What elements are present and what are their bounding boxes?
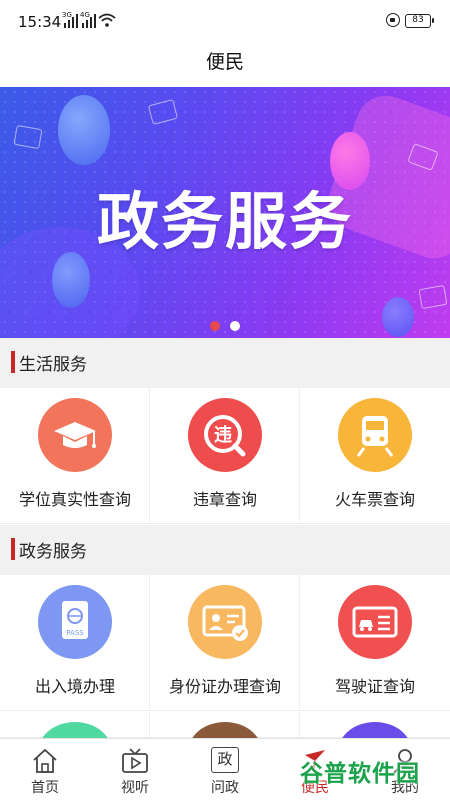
tv-icon: [122, 748, 148, 773]
nav-home[interactable]: 首页: [0, 739, 90, 800]
service-icon: [38, 722, 112, 738]
battery-icon: 83: [405, 14, 434, 28]
service-item-partial[interactable]: [0, 712, 150, 738]
banner-title: 政务服务: [96, 185, 353, 258]
nav-inquiry[interactable]: 政 问政: [180, 739, 270, 800]
service-grid-life: 学位真实性查询 违 违章查询 火车票查询: [0, 388, 450, 524]
service-entry-exit[interactable]: PASS 出入境办理: [0, 575, 150, 711]
pager-dot-active[interactable]: [210, 321, 220, 331]
service-icon: [338, 722, 412, 738]
service-traffic-violation[interactable]: 违 违章查询: [150, 388, 300, 524]
service-item-partial[interactable]: [300, 712, 450, 738]
service-grid-next-row: [0, 712, 450, 738]
section-title: 政务服务: [19, 542, 87, 562]
service-item-partial[interactable]: [150, 712, 300, 738]
book-doodle-icon: [13, 124, 43, 150]
status-bar: 15:34 3G 4G 83: [0, 0, 450, 40]
service-icon: [188, 722, 262, 738]
section-accent-bar: [11, 538, 15, 560]
passport-icon: PASS: [38, 585, 112, 659]
graduation-cap-icon: [38, 398, 112, 472]
service-label: 出入境办理: [34, 677, 115, 696]
rotation-lock-icon: [386, 13, 400, 27]
service-train-ticket[interactable]: 火车票查询: [300, 388, 450, 524]
service-degree-verification[interactable]: 学位真实性查询: [0, 388, 150, 524]
decor-bubble: [58, 95, 110, 165]
status-time: 15:34: [18, 13, 62, 31]
nav-label: 首页: [31, 780, 59, 796]
home-icon: [33, 748, 57, 773]
nav-label: 问政: [211, 780, 239, 796]
section-accent-bar: [11, 351, 15, 373]
service-label: 驾驶证查询: [334, 677, 415, 696]
train-icon: [338, 398, 412, 472]
section-header-government: 政务服务: [0, 525, 450, 575]
carousel-pager[interactable]: [0, 316, 450, 335]
driver-license-icon: [338, 585, 412, 659]
service-id-card[interactable]: 身份证办理查询: [150, 575, 300, 711]
wifi-icon: [98, 13, 116, 27]
nav-label: 视听: [121, 780, 149, 796]
section-header-life: 生活服务: [0, 338, 450, 388]
svg-text:PASS: PASS: [66, 629, 84, 637]
pager-dot[interactable]: [230, 321, 240, 331]
banner-carousel[interactable]: 政务服务: [0, 87, 450, 338]
id-card-icon: [188, 585, 262, 659]
page-title: 便民: [205, 51, 244, 73]
service-label: 火车票查询: [334, 490, 415, 509]
service-grid-government: PASS 出入境办理 身份证办理查询 驾驶证查询: [0, 575, 450, 711]
nav-video[interactable]: 视听: [90, 739, 180, 800]
watermark-logo: 谷普软件园: [300, 761, 420, 787]
service-label: 身份证办理查询: [168, 677, 281, 696]
zheng-icon: 政: [211, 747, 239, 773]
service-label: 学位真实性查询: [18, 490, 131, 509]
signal-4g-icon: 4G: [80, 11, 96, 28]
svg-text:违: 违: [214, 424, 232, 446]
traffic-violation-icon: 违: [188, 398, 262, 472]
signal-3g-icon: 3G: [62, 11, 78, 28]
service-label: 违章查询: [192, 490, 257, 509]
title-bar: 便民: [0, 40, 450, 87]
service-driver-license[interactable]: 驾驶证查询: [300, 575, 450, 711]
section-title: 生活服务: [19, 355, 87, 375]
